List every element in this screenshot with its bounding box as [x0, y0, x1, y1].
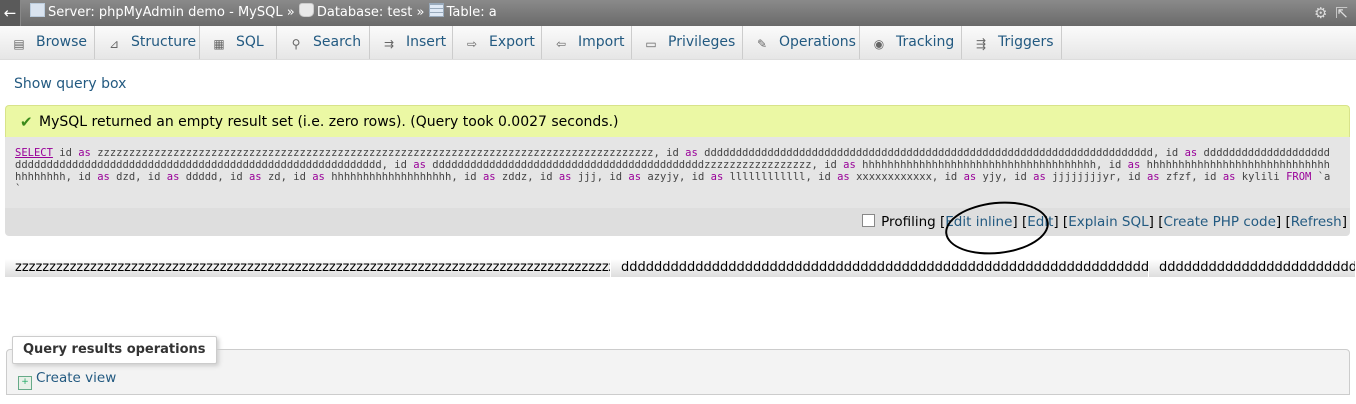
- create-view-link[interactable]: + Create view: [18, 370, 116, 390]
- sql-keyword-as: as: [413, 159, 426, 171]
- tab-tracking[interactable]: ◉ Tracking: [860, 26, 962, 59]
- result-header-row: zzzzzzzzzzzzzzzzzzzzzzzzzzzzzzzzzzzzzzzz…: [5, 259, 1356, 277]
- success-notice: ✔ MySQL returned an empty result set (i.…: [5, 105, 1350, 137]
- explain-sql-link[interactable]: Explain SQL: [1068, 214, 1148, 230]
- column-header[interactable]: dddddddddddddddddddddddddddddddddddddddd…: [1149, 259, 1356, 277]
- notice-message: MySQL returned an empty result set (i.e.…: [39, 114, 619, 130]
- top-navigation-bar: ← Server: phpMyAdmin demo - MySQL » Data…: [0, 0, 1356, 26]
- sql-keyword-as: as: [482, 171, 496, 183]
- query-results-operations-title: Query results operations: [12, 336, 217, 364]
- breadcrumb: Server: phpMyAdmin demo - MySQL » Databa…: [30, 0, 497, 26]
- tracking-icon: ◉: [873, 37, 885, 51]
- tab-label: Operations: [779, 34, 856, 50]
- tab-export[interactable]: ⇨ Export: [453, 26, 542, 59]
- breadcrumb-server[interactable]: Server: phpMyAdmin demo - MySQL: [48, 5, 283, 20]
- sql-keyword-select: SELECT: [15, 147, 53, 159]
- breadcrumb-table[interactable]: Table: a: [447, 5, 497, 20]
- sql-icon: ▦: [213, 37, 225, 51]
- top-tools: ⚙ ⇱: [1306, 4, 1348, 22]
- sql-keyword-as: as: [963, 171, 977, 183]
- breadcrumb-separator: »: [286, 5, 295, 20]
- insert-icon: ⇉: [383, 37, 395, 51]
- tab-operations[interactable]: ✎ Operations: [743, 26, 860, 59]
- sql-keyword-as: as: [710, 171, 724, 183]
- structure-icon: ⊿: [108, 37, 120, 51]
- query-actions-bar: Profiling [Edit inline] [Edit] [Explain …: [5, 208, 1350, 236]
- search-icon: ⚲: [291, 37, 301, 51]
- sql-keyword-as: as: [312, 171, 325, 183]
- sql-keyword-as: as: [628, 171, 642, 183]
- tab-search[interactable]: ⚲ Search: [277, 26, 370, 59]
- tab-label: Tracking: [896, 34, 955, 50]
- triggers-icon: ⇶: [975, 37, 987, 51]
- refresh-link[interactable]: Refresh: [1291, 214, 1342, 230]
- sql-keyword-as: as: [78, 147, 91, 159]
- import-icon: ⇦: [555, 37, 567, 51]
- tab-browse[interactable]: ▤ Browse: [0, 26, 95, 59]
- create-php-code-link[interactable]: Create PHP code: [1163, 214, 1275, 230]
- tab-label: Insert: [406, 34, 447, 50]
- sql-query-text: SELECT id as zzzzzzzzzzzzzzzzzzzzzzzzzzz…: [15, 147, 1331, 195]
- sql-keyword-as: as: [1033, 171, 1046, 183]
- browse-icon: ▤: [13, 37, 25, 51]
- create-view-label: Create view: [36, 370, 117, 386]
- show-query-box-link[interactable]: Show query box: [14, 76, 126, 92]
- create-view-icon: +: [18, 376, 32, 390]
- tab-label: Structure: [131, 34, 197, 50]
- sql-keyword-as: as: [685, 147, 698, 159]
- sql-keyword-as: as: [248, 171, 262, 183]
- sql-keyword-as: as: [558, 171, 572, 183]
- tab-label: Triggers: [998, 34, 1054, 50]
- export-icon: ⇨: [466, 37, 478, 51]
- tab-import[interactable]: ⇦ Import: [542, 26, 632, 59]
- database-icon: [298, 3, 314, 17]
- sql-keyword-as: as: [1184, 147, 1198, 159]
- settings-gear-icon[interactable]: ⚙: [1314, 4, 1327, 22]
- operations-icon: ✎: [756, 37, 768, 51]
- tab-privileges[interactable]: ▭ Privileges: [632, 26, 743, 59]
- table-tabs: ▤ Browse ⊿ Structure ▦ SQL ⚲ Search ⇉ Insert …: [0, 26, 1356, 60]
- sql-keyword-as: as: [843, 159, 856, 171]
- sql-keyword-as: as: [837, 171, 850, 183]
- sql-keyword-from: FROM: [1286, 171, 1312, 183]
- maximize-icon[interactable]: ⇱: [1335, 4, 1348, 22]
- sql-keyword-as: as: [1222, 171, 1236, 183]
- tab-triggers[interactable]: ⇶ Triggers: [962, 26, 1062, 59]
- sql-keyword-as: as: [1146, 171, 1160, 183]
- success-check-icon: ✔: [20, 113, 33, 131]
- tab-sql[interactable]: ▦ SQL: [200, 26, 277, 59]
- sql-keyword-as: as: [166, 171, 180, 183]
- breadcrumb-separator: »: [416, 5, 425, 20]
- tab-label: Search: [313, 34, 362, 50]
- column-header[interactable]: dddddddddddddddddddddddddddddddddddddddd…: [611, 259, 1149, 277]
- query-actions: Profiling [Edit inline] [Edit] [Explain …: [862, 214, 1347, 230]
- tab-insert[interactable]: ⇉ Insert: [370, 26, 453, 59]
- tab-label: Privileges: [668, 34, 736, 50]
- tab-label: Export: [489, 34, 535, 50]
- server-icon: [30, 3, 45, 17]
- sql-keyword-as: as: [97, 171, 110, 183]
- sql-query-display: SELECT id as zzzzzzzzzzzzzzzzzzzzzzzzzzz…: [5, 137, 1350, 208]
- column-header[interactable]: zzzzzzzzzzzzzzzzzzzzzzzzzzzzzzzzzzzzzzzz…: [5, 259, 611, 277]
- tab-label: Import: [578, 34, 625, 50]
- profiling-label: Profiling: [881, 214, 936, 230]
- collapse-navigation-arrow-icon[interactable]: ←: [0, 0, 21, 26]
- profiling-checkbox[interactable]: [862, 214, 876, 227]
- table-icon: [428, 3, 444, 17]
- sql-keyword-as: as: [1127, 159, 1141, 171]
- breadcrumb-database[interactable]: Database: test: [317, 5, 413, 20]
- tab-structure[interactable]: ⊿ Structure: [95, 26, 200, 59]
- privileges-icon: ▭: [645, 37, 657, 51]
- tab-label: Browse: [36, 34, 87, 50]
- tab-label: SQL: [236, 34, 264, 50]
